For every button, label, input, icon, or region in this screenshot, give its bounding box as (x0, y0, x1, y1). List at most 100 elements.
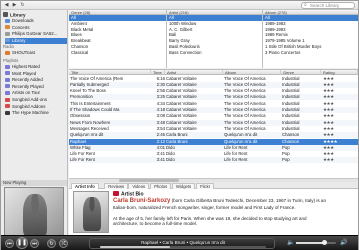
sidebar-item[interactable]: Artists on Tour (5, 90, 67, 96)
search-input[interactable]: ⌕ Search Library (301, 2, 355, 9)
track-row[interactable]: Life For Rent 3:41 Dido Life for Rent Pop ★★★ (69, 151, 358, 157)
artist-bio-name: Carla Bruni-Sarkozy (113, 198, 171, 204)
artist-filter-pane[interactable]: Artist (216) All 100th Window A. C. Gilber… (167, 10, 263, 68)
sidebar-library-heading[interactable]: Library (3, 12, 26, 18)
track-rating-cell[interactable]: ★★★★ (323, 139, 358, 145)
track-row[interactable]: Obsession 3:08 Cabaret Voltaire The Voice O… (69, 113, 358, 119)
track-row[interactable]: Kneel To The Boss 2:56 Cabaret Voltaire The… (69, 88, 358, 94)
sidebar-item-label: Concerts (12, 24, 30, 30)
track-time-cell: 2:12 (156, 138, 165, 144)
sidebar-item[interactable]: Recently Added (5, 77, 67, 83)
sidebar-item[interactable]: Songbird Addons (5, 104, 67, 110)
sidebar-playlists-heading: Playlists (3, 58, 19, 63)
track-rating-cell[interactable]: ★★★ (323, 126, 358, 132)
sidebar-item[interactable]: Philips GoGear SA52... (5, 31, 67, 37)
track-rating-cell[interactable]: ★★★ (323, 157, 358, 163)
track-rating-cell[interactable]: ★★★ (323, 94, 358, 100)
column-header-rating[interactable]: Rating (321, 70, 358, 75)
sidebar-item[interactable]: Concerts (5, 25, 67, 31)
track-list[interactable]: Title Time Artist Album Genre Rating The… (69, 69, 358, 178)
genre-filter-item[interactable]: Classical (69, 50, 166, 56)
track-row[interactable]: Messages Received 3:54 Cabaret Voltaire The… (69, 126, 358, 132)
track-rating-cell[interactable]: ★★★ (323, 101, 358, 107)
repeat-button[interactable]: ↻ (47, 239, 56, 248)
pause-button[interactable]: ❚❚ (16, 237, 28, 249)
track-rating-cell[interactable]: ★★★ (323, 76, 358, 82)
track-rating-cell[interactable]: ★★★ (323, 113, 358, 119)
sidebar-item[interactable]: Songbird Add-ons (5, 97, 67, 103)
sidebar-item[interactable]: Downloads (5, 18, 67, 24)
track-artist-cell: Dido (166, 144, 175, 150)
track-row[interactable]: This Is Entertainment 4:34 Cabaret Voltair… (69, 101, 358, 107)
track-time-cell: 3:25 (156, 94, 165, 100)
album-filter-item[interactable]: 3 Piano Concertos (263, 50, 358, 56)
column-header-genre[interactable]: Genre (281, 70, 321, 75)
sidebar-item[interactable]: Recently Played (5, 84, 67, 90)
reload-icon[interactable]: ↻ (19, 2, 26, 9)
volume-knob[interactable] (321, 240, 327, 245)
playback-progress-bar[interactable] (100, 246, 266, 248)
sidebar-item[interactable]: The Hype Machine (5, 110, 67, 116)
track-row[interactable]: If The Shadows Could Ma 4:18 Cabaret Volta… (69, 107, 358, 113)
track-row[interactable]: White Flag 4:01 Dido Life for Rent Pop ★★★ (69, 144, 358, 151)
sidebar-item-icon (5, 25, 10, 30)
sidebar-item-label: Most Played (12, 70, 37, 76)
track-genre-cell: Chanson (282, 132, 300, 138)
shuffle-button[interactable]: ⤮ (59, 239, 68, 248)
title-bar: ◀ ▶ ↻ ⌕ Search Library (1, 1, 358, 10)
next-button[interactable]: ⏭ (30, 239, 39, 248)
track-rating-cell[interactable]: ★★★ (323, 120, 358, 126)
now-playing-text: Raphael • Carla Bruni • Quelqu'un m'a di… (141, 240, 225, 245)
forward-icon[interactable]: ▶ (11, 2, 18, 9)
sidebar-item[interactable]: Highest Rated (5, 64, 67, 70)
track-row[interactable]: Life For Rent 3:41 Dido Life for Rent Pop ★★★ (69, 157, 358, 164)
track-album-cell: The Voice Of America (224, 119, 266, 125)
track-album-cell: The Voice Of America (224, 94, 266, 100)
track-rating-cell[interactable]: ★★★ (323, 151, 358, 157)
track-artist-cell: Dido (166, 151, 175, 157)
column-header-album[interactable]: Album (223, 70, 281, 75)
volume-low-icon: 🔈 (287, 240, 295, 246)
track-row[interactable]: News From Nowhere 3:48 Cabaret Voltaire The… (69, 119, 358, 126)
sidebar-item[interactable]: Most Played (5, 71, 67, 77)
track-rating-cell[interactable]: ★★★ (323, 132, 358, 138)
track-time-cell: 3:48 (156, 119, 165, 125)
track-rating-cell[interactable]: ★★★ (323, 145, 358, 151)
track-row[interactable]: Partially Submerged 2:30 Cabaret Voltaire T… (69, 81, 358, 88)
sidebar-item-icon (5, 18, 10, 23)
volume-slider[interactable] (296, 240, 336, 245)
track-time-cell: 4:34 (156, 100, 165, 106)
track-row[interactable]: The Voice Of America (Rem 6:16 Cabaret Vol… (69, 76, 358, 82)
track-album-cell: The Voice Of America (224, 81, 266, 87)
artist-filter-item[interactable]: Bass Connection (167, 50, 262, 56)
track-album-cell: Life for Rent (224, 144, 248, 150)
back-icon[interactable]: ◀ (3, 2, 10, 9)
sidebar: Library Downloads Concerts Philips GoGear … (1, 10, 68, 235)
search-icon: ⌕ (304, 2, 307, 8)
track-title-cell: Life For Rent (70, 151, 95, 157)
track-artist-cell: Carla Bruni (166, 132, 188, 138)
sidebar-item-label: Songbird Add-ons (12, 97, 47, 102)
track-row[interactable]: Raphael 2:12 Carla Bruni Quelqu'un m'a dit C… (69, 138, 358, 145)
genre-filter-pane[interactable]: Genre (28) All Ambient Black Metal Blues Bre… (69, 10, 167, 68)
track-genre-cell: Industrial (282, 113, 300, 119)
sidebar-item[interactable]: Library (5, 37, 67, 44)
track-rating-cell[interactable]: ★★★ (323, 82, 358, 88)
track-rating-cell[interactable]: ★★★ (323, 88, 358, 94)
track-row[interactable]: Premonition 3:25 Cabaret Voltaire The Voice… (69, 94, 358, 101)
sidebar-item-icon (5, 97, 10, 102)
album-filter-pane[interactable]: Album (278) All 1989-1983 1989-1993 1989 Re… (263, 10, 358, 68)
column-header-time[interactable]: Time (151, 70, 165, 75)
column-header-title[interactable]: Title (69, 70, 151, 75)
track-rating-cell[interactable]: ★★★ (323, 107, 358, 113)
sidebar-item[interactable]: SHOUTcast (5, 50, 67, 56)
artist-bio-line: (born Carla Gilberta Bruni Tedeschi, Dec… (171, 198, 327, 203)
track-title-cell: If The Shadows Could Ma (70, 107, 120, 112)
sidebar-item-icon (5, 77, 10, 82)
column-header-artist[interactable]: Artist (165, 70, 223, 75)
previous-button[interactable]: ⏮ (5, 239, 14, 248)
track-genre-cell: Pop (282, 157, 290, 163)
track-title-cell: White Flag (70, 144, 91, 150)
track-artist-cell: Cabaret Voltaire (166, 113, 197, 119)
track-row[interactable]: Quelqu'un m'a dit 2:45 Carla Bruni Quelqu'u… (69, 132, 358, 139)
